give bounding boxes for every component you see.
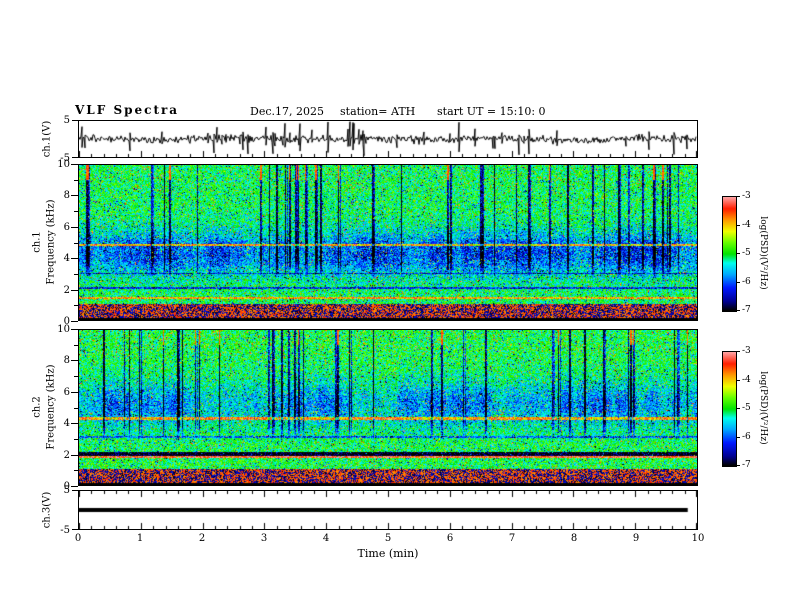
ch1-spec-y-tick-mark	[71, 258, 78, 259]
x-axis-tick-label: 3	[260, 533, 268, 544]
ch1-voltage-axis-label: ch.1(V)	[41, 120, 53, 158]
ch1-colorbar-tick-mark	[736, 310, 740, 311]
ch2-spec-y-tick-mark	[71, 392, 78, 393]
ch2-colorbar-tick-label: -5	[742, 403, 751, 413]
figure-title: VLF Spectra	[75, 103, 180, 117]
ch1-wave-y-tick-label: 5	[63, 115, 70, 126]
ch2-spec-y-tick-label: 10	[57, 324, 70, 335]
x-axis-tick-label: 4	[322, 533, 330, 544]
colorbar-ch1-label: log(PSD)(V²/Hz)	[758, 216, 768, 290]
ch2-colorbar-tick-mark	[736, 465, 740, 466]
ch1-colorbar-tick-mark	[736, 225, 740, 226]
ch1-spec-y-tick-mark	[71, 290, 78, 291]
ch2-spec-y-tick-label: 2	[63, 450, 70, 461]
ch1-spectrogram-canvas	[79, 165, 697, 320]
x-axis-tick-label: 2	[198, 533, 206, 544]
ch1-colorbar-tick-label: -7	[742, 305, 751, 315]
ch2-spec-y-tick-mark	[71, 455, 78, 456]
ch1-wave-y-tick-mark	[72, 120, 78, 121]
ch1-spec-y-tick-mark	[74, 211, 78, 212]
ch1-spec-y-tick-mark	[74, 274, 78, 275]
ch2-colorbar-tick-mark	[736, 437, 740, 438]
x-axis-label: Time (min)	[357, 547, 419, 560]
ch2-spec-frequency-axis-label: Frequency (kHz)	[45, 364, 57, 450]
ch1-spec-y-tick-mark	[74, 305, 78, 306]
x-axis-tick-label: 10	[691, 533, 705, 544]
ch1-colorbar-tick-mark	[736, 253, 740, 254]
ch1-waveform-canvas	[79, 121, 697, 157]
ch1-spec-y-tick-mark	[74, 243, 78, 244]
ch1-waveform-panel	[78, 120, 698, 158]
ch2-spectrogram-panel	[78, 329, 698, 486]
ch1-spec-y-tick-label: 8	[63, 190, 70, 201]
ch2-spec-y-tick-mark	[74, 408, 78, 409]
ch2-colorbar-tick-mark	[736, 351, 740, 352]
x-axis-tick-label: 5	[384, 533, 392, 544]
ch1-spectrogram-panel	[78, 164, 698, 321]
ch2-spec-channel-label: ch.2	[31, 396, 43, 418]
header-start-ut: start UT = 15:10: 0	[437, 105, 546, 118]
x-axis-tick-label: 0	[74, 533, 82, 544]
ch2-colorbar-tick-mark	[736, 380, 740, 381]
ch1-colorbar-tick-label: -4	[742, 220, 751, 230]
ch1-spec-frequency-axis-label: Frequency (kHz)	[45, 199, 57, 285]
ch2-spec-y-tick-mark	[74, 376, 78, 377]
ch1-spec-y-tick-mark	[74, 180, 78, 181]
ch2-spec-y-tick-mark	[74, 470, 78, 471]
ch3-waveform-panel	[78, 490, 698, 530]
ch1-spec-y-tick-label: 6	[63, 222, 70, 233]
ch2-spec-y-tick-label: 6	[63, 387, 70, 398]
ch1-wave-y-tick-mark	[72, 157, 78, 158]
ch1-spec-y-tick-mark	[71, 164, 78, 165]
ch2-colorbar-tick-label: -3	[742, 346, 751, 356]
ch3-waveform-canvas	[79, 491, 697, 529]
ch2-colorbar-tick-label: -4	[742, 375, 751, 385]
colorbar-ch2-label: log(PSD)(V²/Hz)	[758, 371, 768, 445]
ch2-spec-y-tick-mark	[71, 329, 78, 330]
header-station: station= ATH	[340, 105, 416, 118]
x-axis-tick-label: 8	[570, 533, 578, 544]
ch1-spec-y-tick-mark	[71, 227, 78, 228]
ch1-wave-y-tick-label: -5	[60, 153, 70, 164]
ch1-spec-channel-label: ch.1	[31, 231, 43, 253]
ch2-spec-y-tick-mark	[71, 423, 78, 424]
ch1-colorbar-tick-label: -6	[742, 277, 751, 287]
ch2-spec-y-tick-mark	[74, 345, 78, 346]
ch1-colorbar-tick-mark	[736, 196, 740, 197]
ch3-voltage-axis-label: ch.3(V)	[41, 491, 53, 529]
ch3-wave-y-tick-label: 5	[63, 485, 70, 496]
x-axis-tick-label: 1	[136, 533, 144, 544]
ch2-spec-y-tick-label: 8	[63, 355, 70, 366]
ch2-spec-y-tick-mark	[71, 486, 78, 487]
ch1-spec-y-tick-label: 2	[63, 285, 70, 296]
ch2-colorbar-tick-label: -7	[742, 460, 751, 470]
x-axis-tick-label: 9	[632, 533, 640, 544]
ch1-colorbar-tick-mark	[736, 282, 740, 283]
ch3-wave-y-tick-mark	[72, 490, 78, 491]
ch2-spec-y-tick-mark	[74, 439, 78, 440]
ch3-wave-y-tick-mark	[72, 529, 78, 530]
vlf-spectra-figure: VLF Spectra Dec.17, 2025 station= ATH st…	[0, 0, 792, 612]
ch1-spec-y-tick-label: 4	[63, 253, 70, 264]
ch2-spec-y-tick-label: 4	[63, 418, 70, 429]
ch1-colorbar-tick-label: -5	[742, 248, 751, 258]
colorbar-ch2	[722, 351, 737, 467]
x-axis-tick-label: 7	[508, 533, 516, 544]
ch1-colorbar-tick-label: -3	[742, 191, 751, 201]
ch2-spectrogram-canvas	[79, 330, 697, 485]
ch2-colorbar-tick-label: -6	[742, 432, 751, 442]
header-date: Dec.17, 2025	[250, 105, 324, 118]
ch2-spec-y-tick-mark	[71, 360, 78, 361]
ch1-spec-y-tick-mark	[71, 195, 78, 196]
x-axis-tick-label: 6	[446, 533, 454, 544]
colorbar-ch1	[722, 196, 737, 312]
ch1-spec-y-tick-mark	[71, 321, 78, 322]
ch2-colorbar-tick-mark	[736, 408, 740, 409]
